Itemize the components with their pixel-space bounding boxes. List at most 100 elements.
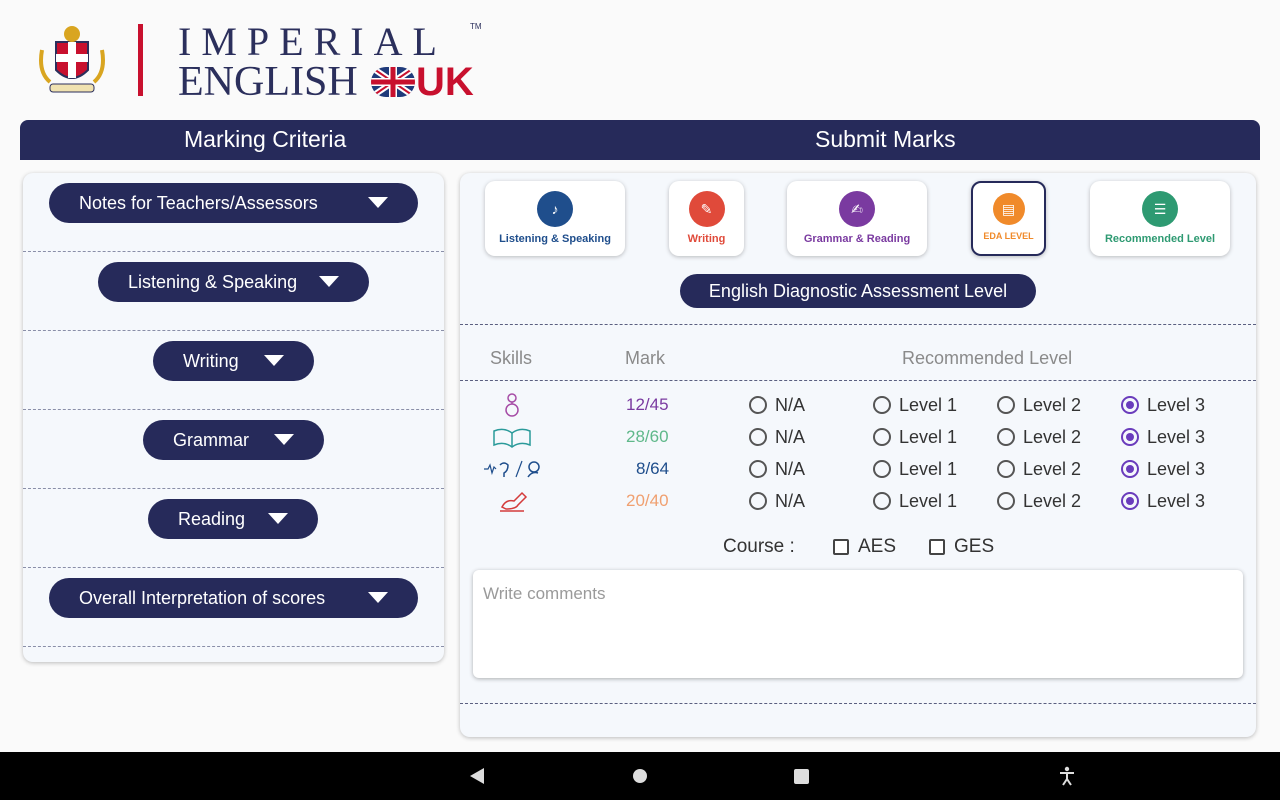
radio-label: Level 1 <box>899 427 958 447</box>
divider <box>460 380 1256 381</box>
brand-logo: IMPERIAL TM ENGLISH UK <box>36 18 496 108</box>
writing-dropdown-button[interactable]: Writing <box>153 341 314 381</box>
radio-label: N/A <box>775 427 806 447</box>
eda-level-button[interactable]: English Diagnostic Assessment Level <box>680 274 1036 308</box>
submit-marks-panel: ♪ Listening & Speaking ✎ Writing ✍ Gramm… <box>460 173 1256 737</box>
radio-na[interactable] <box>749 492 767 510</box>
radio-level-2[interactable] <box>997 428 1015 446</box>
chevron-down-icon <box>274 434 294 445</box>
radio-label: N/A <box>775 395 806 415</box>
home-icon[interactable] <box>633 769 647 783</box>
writing-hand-icon <box>500 491 528 512</box>
section-header-bar: Marking Criteria Submit Marks <box>20 120 1260 160</box>
tab-recommended-level[interactable]: ☰ Recommended Level <box>1090 181 1230 256</box>
back-icon[interactable] <box>470 768 484 784</box>
chevron-down-icon <box>264 355 284 366</box>
mark-value: 12/45 <box>626 395 669 414</box>
tab-label: EDA LEVEL <box>983 231 1034 241</box>
logo-divider <box>138 24 143 96</box>
radio-level-3[interactable] <box>1121 460 1139 478</box>
radio-label: Level 2 <box>1023 459 1082 479</box>
criteria-row: Notes for Teachers/Assessors <box>23 173 444 252</box>
radio-level-1[interactable] <box>873 460 891 478</box>
radio-label: Level 1 <box>899 491 958 511</box>
dropdown-label: Overall Interpretation of scores <box>79 587 326 608</box>
radio-level-2[interactable] <box>997 460 1015 478</box>
notes-dropdown-button[interactable]: Notes for Teachers/Assessors <box>49 183 418 223</box>
table-row: 28/60 N/A Level 1 Level 2 Level 3 <box>460 421 1256 453</box>
mark-value: 20/40 <box>626 491 669 510</box>
radio-label: Level 2 <box>1023 491 1082 511</box>
marking-criteria-panel: Notes for Teachers/Assessors Listening &… <box>23 173 444 662</box>
radio-level-3[interactable] <box>1121 492 1139 510</box>
radio-level-2[interactable] <box>997 492 1015 510</box>
dropdown-label: Grammar <box>173 429 249 450</box>
aes-checkbox[interactable] <box>833 539 849 555</box>
mark-value: 28/60 <box>626 427 669 446</box>
radio-na[interactable] <box>749 396 767 414</box>
radio-level-1[interactable] <box>873 428 891 446</box>
table-row: 12/45 N/A Level 1 Level 2 Level 3 <box>460 389 1256 421</box>
criteria-row: Reading <box>23 489 444 568</box>
course-label: Course : <box>723 536 795 557</box>
radio-level-1[interactable] <box>873 492 891 510</box>
dropdown-label: Notes for Teachers/Assessors <box>79 192 318 213</box>
tab-eda-level[interactable]: ▤ EDA LEVEL <box>971 181 1046 256</box>
radio-level-3[interactable] <box>1121 396 1139 414</box>
divider <box>460 324 1256 325</box>
overall-interpretation-dropdown-button[interactable]: Overall Interpretation of scores <box>49 578 418 618</box>
reading-icon: ✍ <box>839 191 875 227</box>
brand-uk: UK <box>416 60 474 104</box>
criteria-row: Listening & Speaking <box>23 252 444 331</box>
radio-label: Level 2 <box>1023 427 1082 447</box>
radio-label: N/A <box>775 491 806 511</box>
radio-na[interactable] <box>749 460 767 478</box>
listening-speaking-icon <box>484 460 540 478</box>
recommended-icon: ☰ <box>1142 191 1178 227</box>
radio-label: Level 3 <box>1147 491 1206 511</box>
listening-speaking-dropdown-button[interactable]: Listening & Speaking <box>98 262 369 302</box>
radio-label: Level 3 <box>1147 459 1206 479</box>
crest-icon <box>39 26 105 93</box>
grammar-dropdown-button[interactable]: Grammar <box>143 420 324 460</box>
radio-level-2[interactable] <box>997 396 1015 414</box>
brand-name-bottom: ENGLISH <box>178 59 358 105</box>
uk-flag-icon <box>371 67 415 97</box>
comments-textarea[interactable]: Write comments <box>473 570 1243 678</box>
radio-label: N/A <box>775 459 806 479</box>
writing-icon: ✎ <box>688 191 725 227</box>
tab-listening-speaking[interactable]: ♪ Listening & Speaking <box>485 181 625 256</box>
criteria-row: Grammar <box>23 410 444 489</box>
chevron-down-icon <box>268 513 288 524</box>
radio-label: Level 2 <box>1023 395 1082 415</box>
radio-na[interactable] <box>749 428 767 446</box>
tab-label: Writing <box>687 233 726 245</box>
chevron-down-icon <box>368 592 388 603</box>
mark-column-header: Mark <box>625 348 665 368</box>
recent-apps-icon[interactable] <box>794 769 809 784</box>
mark-value: 8/64 <box>636 459 670 478</box>
skills-column-header: Skills <box>490 348 533 368</box>
marking-criteria-title: Marking Criteria <box>184 126 347 152</box>
accessibility-icon[interactable] <box>1058 766 1076 786</box>
ges-checkbox[interactable] <box>929 539 945 555</box>
ges-label: GES <box>954 536 995 557</box>
grammar-icon <box>505 393 519 417</box>
dropdown-label: Reading <box>178 508 246 529</box>
tab-writing[interactable]: ✎ Writing <box>669 181 744 256</box>
tab-grammar-reading[interactable]: ✍ Grammar & Reading <box>787 181 927 256</box>
radio-level-1[interactable] <box>873 396 891 414</box>
criteria-row: Overall Interpretation of scores <box>23 568 444 647</box>
dropdown-label: Writing <box>183 350 239 371</box>
reading-dropdown-button[interactable]: Reading <box>148 499 318 539</box>
book-icon <box>493 428 531 448</box>
radio-label: Level 1 <box>899 395 958 415</box>
divider <box>460 703 1256 704</box>
radio-level-3[interactable] <box>1121 428 1139 446</box>
listening-icon: ♪ <box>537 191 573 227</box>
tab-label: Listening & Speaking <box>499 233 611 245</box>
radio-label: Level 3 <box>1147 395 1206 415</box>
criteria-row: Writing <box>23 331 444 410</box>
comments-placeholder: Write comments <box>483 584 606 603</box>
aes-label: AES <box>858 536 897 557</box>
